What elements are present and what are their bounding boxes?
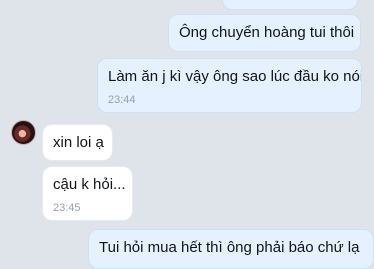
message-text: Ông chuyển hoàng tui thôi bbox=[179, 24, 355, 41]
message-time: 23:45 bbox=[53, 202, 81, 214]
message-bubble-sent[interactable] bbox=[222, 0, 358, 10]
message-text: cậu k hỏi... bbox=[53, 176, 126, 193]
message-text: xin loi ạ bbox=[53, 134, 104, 151]
message-time: 23:44 bbox=[108, 94, 136, 106]
message-bubble-sent[interactable]: Ông chuyển hoàng tui thôi bbox=[168, 14, 361, 52]
message-bubble-sent[interactable]: Làm ăn j kì vậy ông sao lúc đầu ko nói 2… bbox=[97, 58, 362, 113]
message-bubble-received[interactable]: cậu k hỏi... 23:45 bbox=[42, 166, 133, 221]
message-text: Làm ăn j kì vậy ông sao lúc đầu ko nói bbox=[108, 68, 362, 85]
message-bubble-sent[interactable]: Tui hỏi mua hết thì ông phải báo chứ lạ bbox=[88, 229, 374, 269]
contact-avatar[interactable] bbox=[11, 120, 36, 145]
message-text: Tui hỏi mua hết thì ông phải báo chứ lạ bbox=[99, 239, 360, 256]
message-bubble-received[interactable]: xin loi ạ bbox=[42, 124, 113, 161]
